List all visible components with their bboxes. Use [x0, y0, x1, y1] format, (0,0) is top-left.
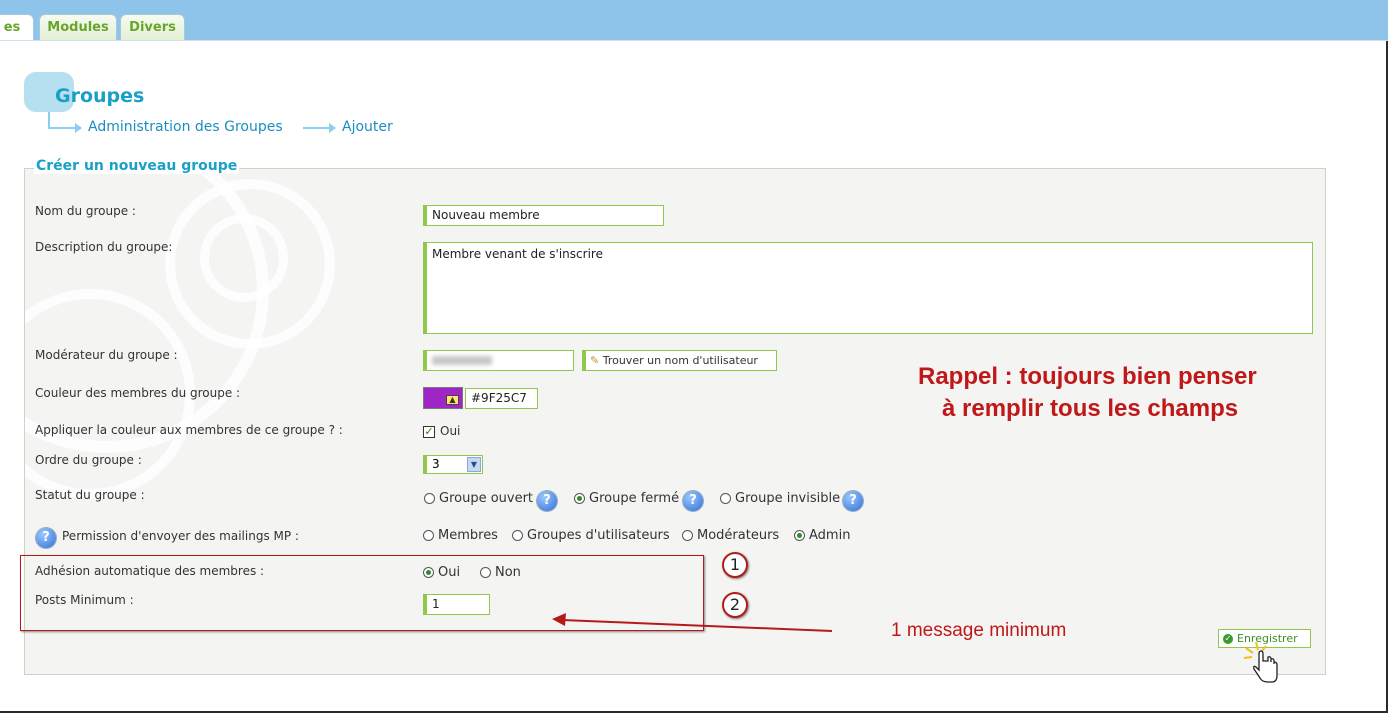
- group-description-label: Description du groupe:: [35, 240, 173, 254]
- radio-icon: [423, 530, 434, 541]
- mailing-option-admin[interactable]: Admin: [794, 528, 850, 543]
- reminder-annotation-line2: à remplir tous les champs: [942, 395, 1239, 422]
- color-swatch[interactable]: ▲: [423, 387, 463, 409]
- breadcrumb-add[interactable]: Ajouter: [342, 119, 393, 135]
- tab-active[interactable]: es: [0, 14, 34, 40]
- help-icon[interactable]: ?: [683, 491, 703, 511]
- mailing-option-moderators-label: Modérateurs: [697, 528, 780, 543]
- page-title: Groupes: [55, 85, 145, 107]
- tab-modules[interactable]: Modules: [39, 14, 117, 40]
- breadcrumb-connector: [48, 112, 50, 128]
- blurred-username: [432, 356, 492, 365]
- radio-icon: [682, 530, 693, 541]
- help-icon[interactable]: ?: [537, 491, 557, 511]
- mailing-option-moderators[interactable]: Modérateurs: [682, 528, 779, 543]
- brush-icon: ✎: [590, 354, 600, 367]
- group-status-label: Statut du groupe :: [35, 488, 145, 502]
- reminder-annotation-line1: Rappel : toujours bien penser: [918, 363, 1257, 390]
- group-order-select[interactable]: 3 ▼: [423, 455, 483, 474]
- mailing-permission-label: Permission d'envoyer des mailings MP :: [62, 529, 299, 543]
- help-icon[interactable]: ?: [36, 528, 56, 548]
- swirl-decoration: [200, 214, 288, 302]
- group-description-textarea[interactable]: Membre venant de s'inscrire: [423, 242, 1313, 334]
- group-color-input[interactable]: #9F25C7: [465, 388, 538, 409]
- tab-label: Modules: [47, 20, 109, 35]
- mailing-option-members[interactable]: Membres: [423, 528, 498, 543]
- annotation-arrow: [552, 613, 833, 632]
- status-option-open[interactable]: Groupe ouvert: [424, 491, 533, 506]
- breadcrumb-arrow-icon: [303, 123, 336, 133]
- min-message-annotation: 1 message minimum: [891, 620, 1067, 641]
- mailing-option-user-groups[interactable]: Groupes d'utilisateurs: [512, 528, 670, 543]
- group-name-label: Nom du groupe :: [35, 204, 136, 218]
- status-option-closed[interactable]: Groupe fermé: [574, 491, 679, 506]
- group-order-value: 3: [432, 457, 440, 471]
- status-option-closed-label: Groupe fermé: [589, 491, 680, 506]
- help-icon[interactable]: ?: [843, 491, 863, 511]
- fieldset-legend: Créer un nouveau groupe: [34, 158, 240, 174]
- hand-shape: [1253, 650, 1278, 683]
- radio-icon: [574, 493, 585, 504]
- top-tab-bar: es Modules Divers: [0, 0, 1388, 41]
- status-option-open-label: Groupe ouvert: [439, 491, 534, 506]
- radio-icon: [424, 493, 435, 504]
- radio-icon: [512, 530, 523, 541]
- arrow-line: [561, 619, 833, 632]
- find-user-button-label: Trouver un nom d'utilisateur: [602, 354, 758, 367]
- status-option-invisible[interactable]: Groupe invisible: [720, 491, 840, 506]
- status-option-invisible-label: Groupe invisible: [735, 491, 841, 506]
- color-picker-icon: ▲: [446, 395, 459, 405]
- group-moderator-label: Modérateur du groupe :: [35, 348, 178, 362]
- apply-color-label: Appliquer la couleur aux membres de ce g…: [35, 423, 343, 437]
- hand-cursor-icon: [1243, 641, 1278, 683]
- breadcrumb-admin-groups[interactable]: Administration des Groupes: [88, 119, 283, 135]
- tab-divers[interactable]: Divers: [120, 14, 185, 40]
- group-color-label: Couleur des membres du groupe :: [35, 386, 241, 400]
- annotation-circle-1: 1: [722, 552, 748, 578]
- tab-label: es: [3, 20, 21, 35]
- apply-color-checkbox[interactable]: ✓: [423, 426, 435, 438]
- group-moderator-input[interactable]: [423, 350, 574, 371]
- tab-label: Divers: [129, 20, 176, 35]
- find-user-button[interactable]: ✎ Trouver un nom d'utilisateur: [582, 350, 777, 371]
- group-order-label: Ordre du groupe :: [35, 453, 142, 467]
- radio-icon: [794, 530, 805, 541]
- apply-color-option-label: Oui: [440, 424, 461, 438]
- check-icon: ✓: [1223, 634, 1233, 644]
- mailing-option-admin-label: Admin: [809, 528, 851, 543]
- mailing-option-members-label: Membres: [438, 528, 498, 543]
- radio-icon: [720, 493, 731, 504]
- arrow-head: [552, 613, 566, 626]
- group-name-input[interactable]: Nouveau membre: [423, 205, 664, 226]
- breadcrumb-arrow-icon: [48, 123, 82, 133]
- mailing-option-user-groups-label: Groupes d'utilisateurs: [527, 528, 670, 543]
- chevron-down-icon: ▼: [467, 457, 481, 472]
